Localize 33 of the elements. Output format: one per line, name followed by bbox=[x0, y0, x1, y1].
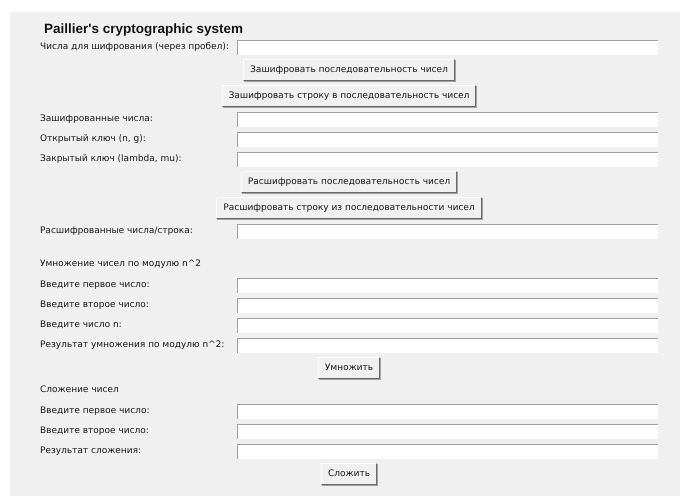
input-field[interactable] bbox=[237, 298, 658, 312]
field-label: Закрытый ключ (lambda, mu): bbox=[40, 152, 183, 166]
action-button[interactable]: Умножить bbox=[318, 357, 380, 379]
input-field[interactable] bbox=[237, 224, 658, 238]
input-field[interactable] bbox=[237, 152, 658, 166]
section-heading: Умножение чисел по модулю n^2 bbox=[40, 258, 201, 272]
input-field[interactable] bbox=[237, 278, 658, 292]
section-heading: Сложение чисел bbox=[40, 384, 119, 398]
field-label: Результат умножения по модулю n^2: bbox=[40, 338, 226, 352]
app-title: Paillier's cryptographic system bbox=[44, 20, 244, 37]
field-label: Введите число n: bbox=[40, 318, 123, 332]
input-field[interactable] bbox=[237, 424, 658, 438]
field-label: Числа для шифрования (через пробел): bbox=[40, 40, 230, 54]
field-label: Открытый ключ (n, g): bbox=[40, 132, 147, 146]
field-label: Введите второе число: bbox=[40, 424, 150, 438]
input-field[interactable] bbox=[237, 338, 658, 352]
input-field[interactable] bbox=[237, 318, 658, 332]
input-field[interactable] bbox=[237, 444, 658, 458]
field-label: Введите первое число: bbox=[40, 404, 150, 418]
field-label: Зашифрованные числа: bbox=[40, 112, 154, 126]
input-field[interactable] bbox=[237, 404, 658, 418]
action-button[interactable]: Сложить bbox=[320, 463, 378, 485]
input-field[interactable] bbox=[237, 112, 658, 126]
action-button[interactable]: Зашифровать последовательность чисел bbox=[243, 59, 455, 81]
action-button[interactable]: Расшифровать последовательность чисел bbox=[240, 171, 458, 193]
action-button[interactable]: Зашифровать строку в последовательность чисел bbox=[222, 85, 476, 107]
field-label: Результат сложения: bbox=[40, 444, 142, 458]
input-field[interactable] bbox=[237, 40, 658, 54]
field-label: Введите второе число: bbox=[40, 298, 150, 312]
input-field[interactable] bbox=[237, 132, 658, 146]
action-button[interactable]: Расшифровать строку из последовательности чисел bbox=[216, 197, 482, 219]
field-label: Введите первое число: bbox=[40, 278, 150, 292]
field-label: Расшифрованные числа/строка: bbox=[40, 224, 194, 238]
